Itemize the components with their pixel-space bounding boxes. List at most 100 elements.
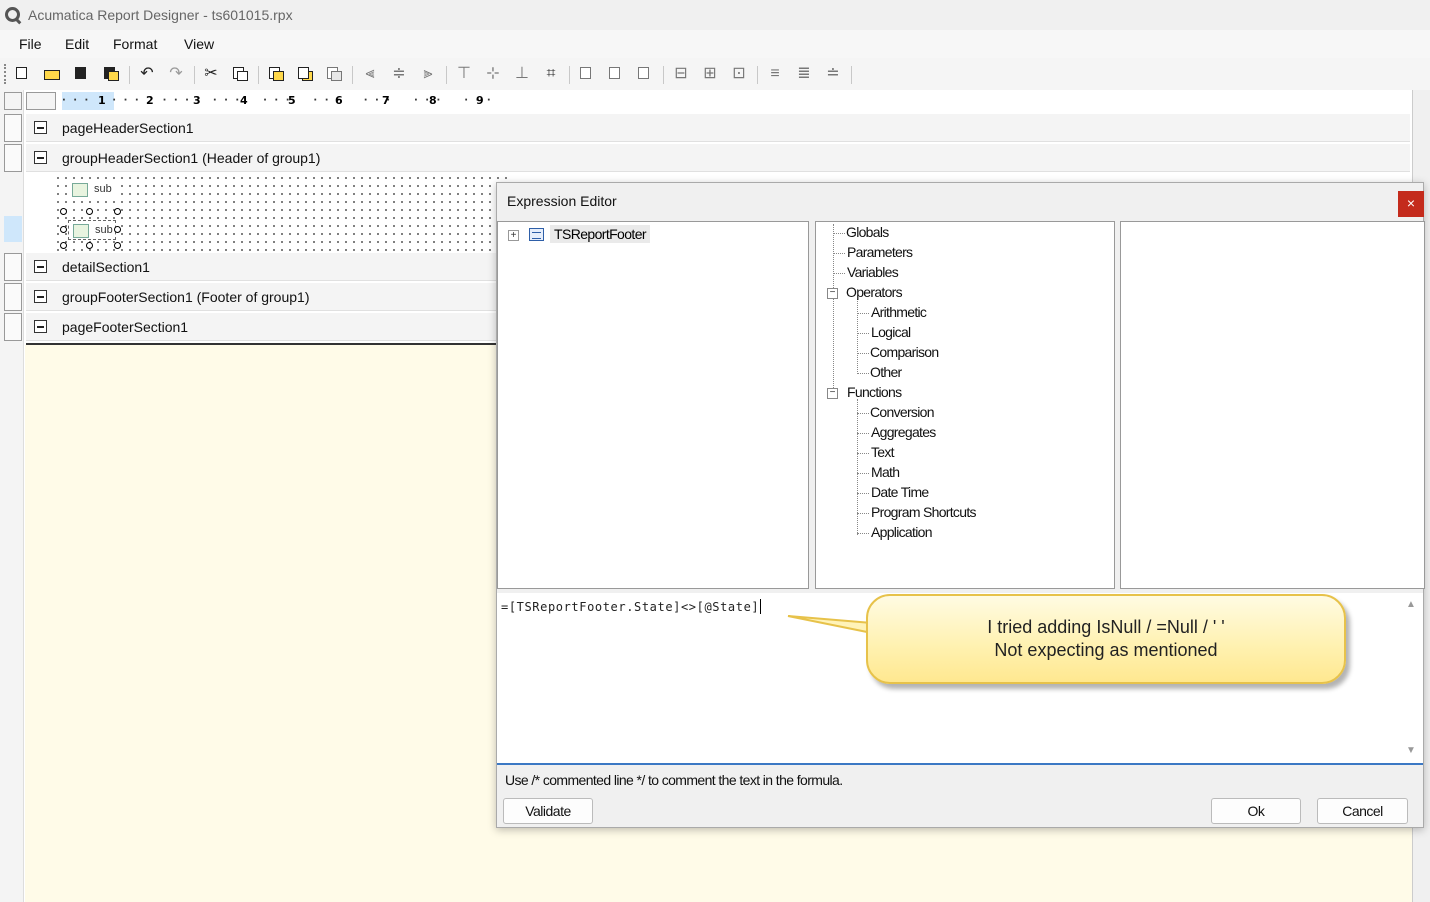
- menu-format[interactable]: Format: [113, 36, 157, 52]
- tree-node-functions[interactable]: Functions: [847, 384, 902, 400]
- collapse-toggle-icon[interactable]: [34, 260, 47, 273]
- close-button[interactable]: ×: [1398, 191, 1424, 217]
- collapse-toggle-icon[interactable]: [34, 320, 47, 333]
- ruler-number: 5: [288, 94, 296, 107]
- ruler-corner[interactable]: [4, 92, 22, 110]
- expression-text-wrapper: =[TSReportFooter.State]<>[@State]: [501, 599, 762, 614]
- tree-node-other[interactable]: Other: [870, 364, 902, 380]
- tree-node-text[interactable]: Text: [871, 444, 895, 460]
- ok-button[interactable]: Ok: [1211, 798, 1301, 824]
- menu-view[interactable]: View: [184, 36, 214, 52]
- subreport-item[interactable]: sub: [68, 180, 116, 200]
- resize-handle[interactable]: [60, 208, 67, 215]
- tree-node-comparison[interactable]: Comparison: [870, 344, 939, 360]
- collapse-toggle-icon[interactable]: [34, 121, 47, 134]
- validate-button[interactable]: Validate: [503, 798, 593, 824]
- align-to-grid-icon[interactable]: ⌗: [540, 64, 562, 84]
- cut-icon[interactable]: ✂: [200, 64, 222, 84]
- gutter-marker[interactable]: [4, 283, 22, 311]
- toolbar-separator: [194, 66, 195, 84]
- tree-node-program-shortcuts[interactable]: Program Shortcuts: [871, 504, 977, 520]
- vertical-spacing-equal-icon[interactable]: ≡: [764, 64, 786, 84]
- align-bottom-icon[interactable]: ⊥: [511, 64, 533, 84]
- new-report-icon[interactable]: [12, 64, 34, 84]
- collapse-toggle-icon[interactable]: [34, 151, 47, 164]
- vertical-spacing-decrease-icon[interactable]: ≐: [822, 64, 844, 84]
- open-folder-icon[interactable]: [42, 64, 64, 84]
- send-to-back-icon[interactable]: [294, 64, 316, 84]
- gutter-marker[interactable]: [4, 114, 22, 142]
- subreport-item-selected[interactable]: sub: [68, 220, 116, 240]
- menu-edit[interactable]: Edit: [65, 36, 89, 52]
- section-label: pageFooterSection1: [62, 319, 189, 335]
- ruler-number: 7: [382, 94, 390, 107]
- align-right-icon[interactable]: ⫸: [417, 64, 439, 84]
- resize-handle[interactable]: [114, 226, 121, 233]
- tree-node-globals[interactable]: Globals: [846, 224, 889, 240]
- tree-node-date-time[interactable]: Date Time: [871, 484, 929, 500]
- undo-icon[interactable]: ↶: [136, 64, 158, 84]
- resize-handle[interactable]: [86, 208, 93, 215]
- vertical-spacing-increase-icon[interactable]: ≣: [793, 64, 815, 84]
- align-middle-icon[interactable]: ⊹: [482, 64, 504, 84]
- align-left-icon[interactable]: ⫷: [359, 64, 381, 84]
- same-size-icon[interactable]: [634, 64, 656, 84]
- horizontal-spacing-increase-icon[interactable]: ⊞: [699, 64, 721, 84]
- collapse-minus-icon[interactable]: −: [827, 388, 838, 399]
- tree-node-label: TSReportFooter: [550, 225, 650, 243]
- horizontal-spacing-equal-icon[interactable]: ⊟: [670, 64, 692, 84]
- toolbar-grip[interactable]: [4, 64, 7, 84]
- tree-node-variables[interactable]: Variables: [847, 264, 899, 280]
- gutter-marker[interactable]: [4, 144, 22, 172]
- collapse-toggle-icon[interactable]: [34, 290, 47, 303]
- bring-to-front-icon[interactable]: [265, 64, 287, 84]
- scroll-down-arrow-icon[interactable]: ▼: [1406, 745, 1416, 756]
- horizontal-ruler: · · · · · · · · · · · · · · · · · · · · …: [62, 92, 508, 110]
- resize-handle[interactable]: [60, 226, 67, 233]
- resize-handle[interactable]: [60, 242, 67, 249]
- tree-node-aggregates[interactable]: Aggregates: [871, 424, 936, 440]
- functions-tree-pane[interactable]: − − Globals Parameters Variables Operato…: [815, 221, 1115, 589]
- tree-node-math[interactable]: Math: [871, 464, 900, 480]
- tree-node-conversion[interactable]: Conversion: [870, 404, 935, 420]
- redo-icon[interactable]: ↷: [165, 64, 187, 84]
- gutter-marker[interactable]: [4, 313, 22, 341]
- same-width-icon[interactable]: [576, 64, 598, 84]
- toolbar-separator: [851, 66, 852, 84]
- tree-node-application[interactable]: Application: [871, 524, 932, 540]
- callout-line-1: I tried adding IsNull / =Null / ' ': [987, 617, 1225, 637]
- section-group-header[interactable]: groupHeaderSection1 (Header of group1): [26, 144, 1410, 172]
- cancel-button[interactable]: Cancel: [1317, 798, 1408, 824]
- tree-node-parameters[interactable]: Parameters: [847, 244, 913, 260]
- resize-handle[interactable]: [114, 242, 121, 249]
- resize-handle[interactable]: [114, 208, 121, 215]
- collapse-minus-icon[interactable]: −: [827, 288, 838, 299]
- same-height-icon[interactable]: [605, 64, 627, 84]
- scroll-up-arrow-icon[interactable]: ▲: [1406, 599, 1416, 610]
- subreport-label: sub: [95, 224, 113, 236]
- save-icon[interactable]: [71, 64, 93, 84]
- ruler-unit-box[interactable]: [26, 92, 56, 110]
- tree-connector: [857, 493, 869, 494]
- tree-node-operators[interactable]: Operators: [846, 284, 903, 300]
- group-header-body[interactable]: sub sub: [54, 174, 510, 252]
- annotation-callout: I tried adding IsNull / =Null / ' ' Not …: [866, 594, 1346, 684]
- menu-file[interactable]: File: [19, 36, 42, 52]
- gutter-marker[interactable]: [4, 253, 22, 281]
- save-all-icon[interactable]: [100, 64, 122, 84]
- toolbar-separator: [569, 66, 570, 84]
- tree-node-arithmetic[interactable]: Arithmetic: [871, 304, 927, 320]
- align-center-icon[interactable]: ≑: [388, 64, 410, 84]
- expand-plus-icon[interactable]: +: [508, 230, 519, 241]
- tree-node-logical[interactable]: Logical: [871, 324, 911, 340]
- horizontal-spacing-decrease-icon[interactable]: ⊡: [728, 64, 750, 84]
- ruler-number: 6: [335, 94, 343, 107]
- tree-connector: [857, 299, 858, 374]
- section-page-header[interactable]: pageHeaderSection1: [26, 114, 1410, 142]
- resize-handle[interactable]: [86, 242, 93, 249]
- items-list-pane[interactable]: [1120, 221, 1425, 589]
- align-top-icon[interactable]: ⊤: [453, 64, 475, 84]
- group-icon[interactable]: [323, 64, 345, 84]
- fields-tree-pane[interactable]: + TSReportFooter: [497, 221, 809, 589]
- copy-icon[interactable]: [229, 64, 251, 84]
